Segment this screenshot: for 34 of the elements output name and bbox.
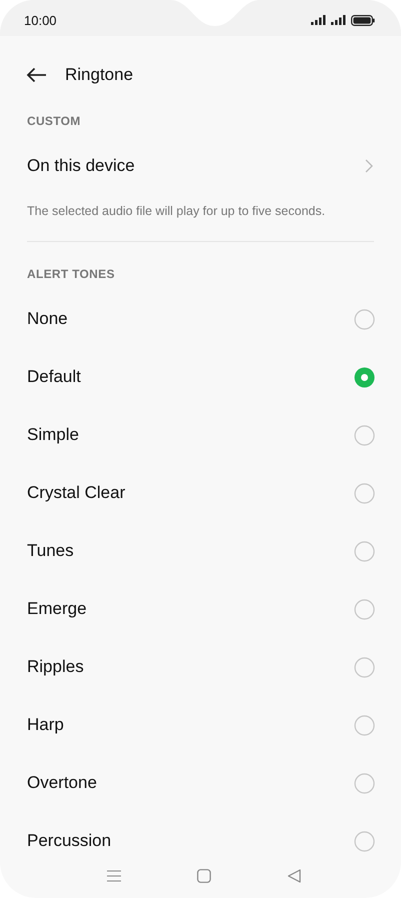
radio-unselected[interactable]: [354, 482, 375, 504]
status-time: 10:00: [24, 12, 57, 28]
tone-option[interactable]: Crystal Clear: [27, 483, 126, 503]
home-icon[interactable]: [196, 869, 210, 883]
back-arrow-icon[interactable]: [26, 67, 47, 83]
tone-option[interactable]: Overtone: [27, 773, 97, 793]
tone-option[interactable]: Tunes: [27, 541, 74, 561]
radio-unselected[interactable]: [354, 830, 375, 852]
tone-option[interactable]: Emerge: [27, 599, 87, 619]
radio-unselected[interactable]: [354, 424, 375, 446]
signal-icon: [311, 15, 327, 25]
tone-option[interactable]: Simple: [27, 425, 79, 445]
section-heading: ALERT TONES: [26, 267, 116, 281]
radio-unselected[interactable]: [354, 656, 375, 678]
radio-unselected[interactable]: [354, 772, 375, 794]
radio-unselected[interactable]: [354, 598, 375, 620]
tone-option[interactable]: Ripples: [27, 657, 84, 677]
tone-option[interactable]: Default: [27, 367, 81, 387]
signal-icon: [331, 15, 347, 25]
radio-unselected[interactable]: [354, 714, 375, 736]
battery-icon: [351, 14, 375, 26]
radio-unselected[interactable]: [354, 308, 375, 330]
tone-option[interactable]: None: [27, 309, 68, 329]
list-item[interactable]: On this device: [0, 128, 401, 204]
tone-option[interactable]: Percussion: [27, 831, 112, 851]
help-text: The selected audio file will play for up to five seconds.: [26, 204, 326, 218]
back-icon[interactable]: [286, 869, 300, 883]
tone-option[interactable]: Harp: [27, 715, 64, 735]
menu-icon[interactable]: [106, 870, 120, 882]
page-title: Ringtone: [65, 65, 134, 85]
radio-selected[interactable]: [354, 366, 375, 388]
section-heading: CUSTOM: [26, 114, 82, 128]
radio-unselected[interactable]: [354, 540, 375, 562]
chevron-right-icon: [365, 159, 373, 173]
